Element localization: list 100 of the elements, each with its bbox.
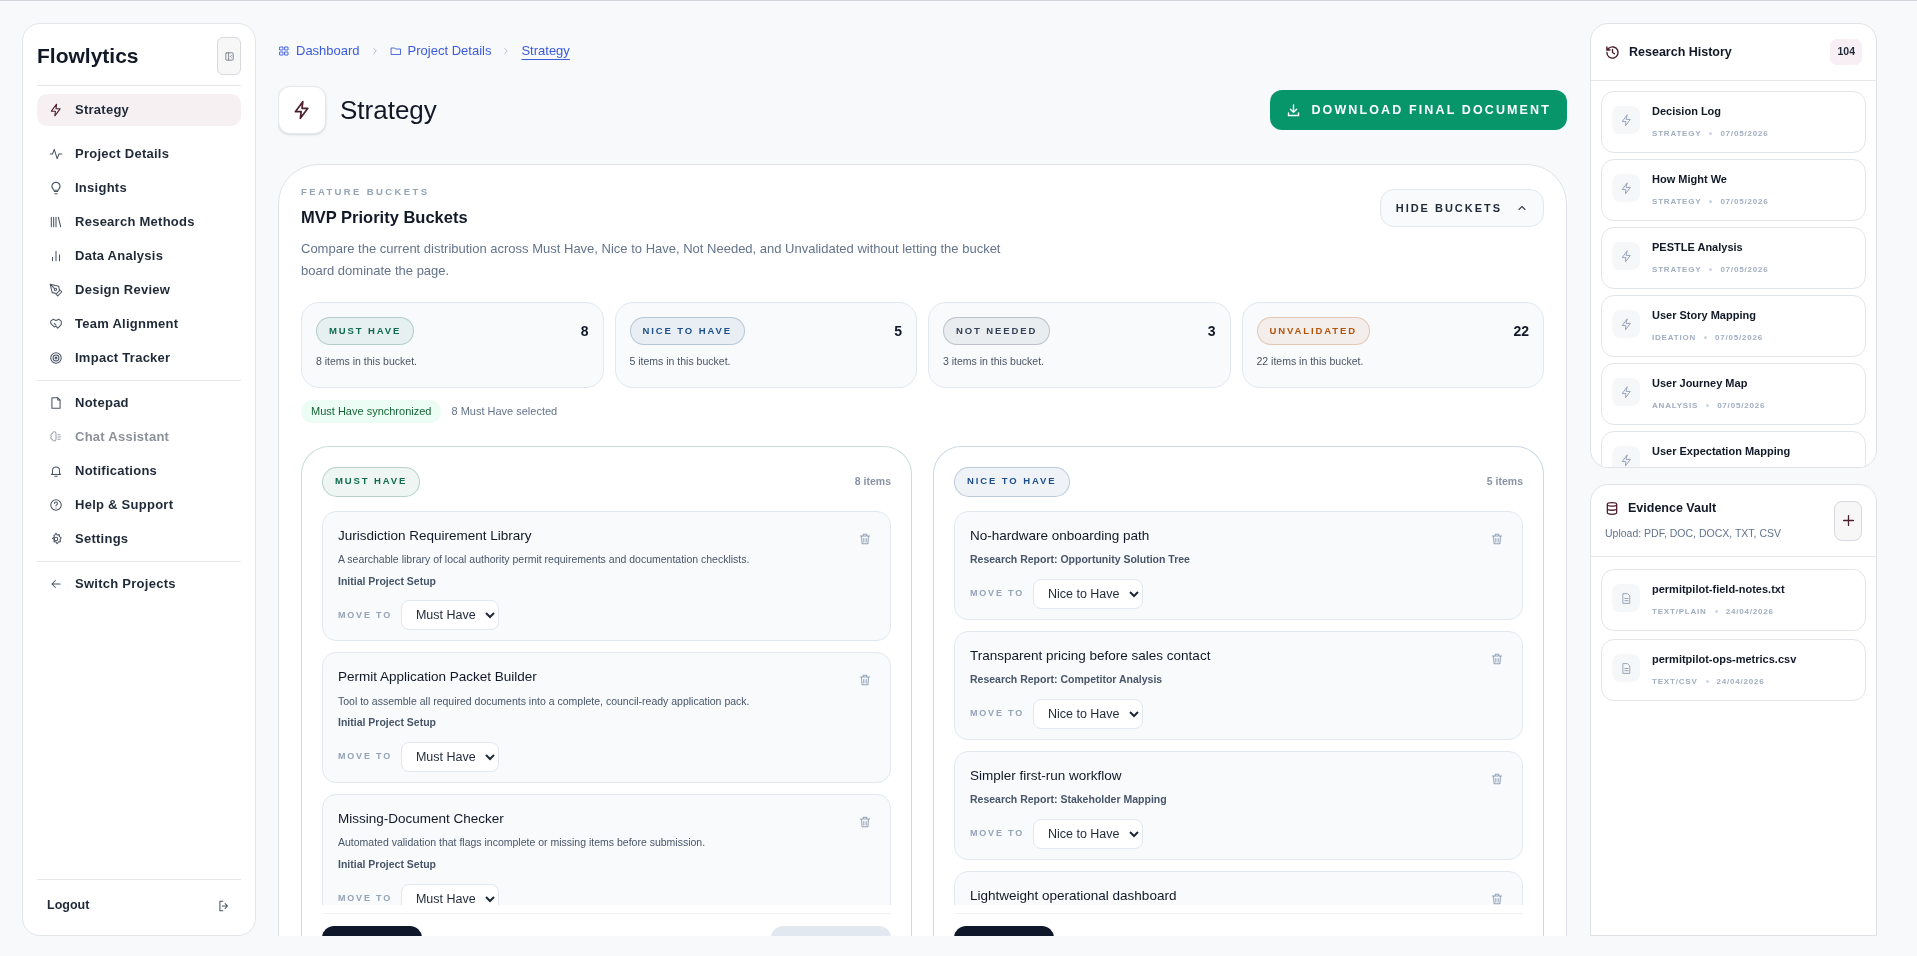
bucket-tag: MUST HAVE bbox=[322, 466, 421, 497]
lightning-icon bbox=[1619, 181, 1633, 195]
breadcrumb-link[interactable]: Project Details bbox=[389, 41, 492, 61]
sidebar-item[interactable]: Team Alignment bbox=[37, 310, 241, 338]
move-to-select[interactable]: Must Have bbox=[400, 600, 499, 631]
move-to-select[interactable]: Must Have bbox=[400, 883, 499, 905]
selection-count: 8 Must Have selected bbox=[451, 404, 558, 419]
history-item-title: How Might We bbox=[1652, 172, 1728, 187]
history-item[interactable]: User Journey Map ANALYSIS 07/05/2026 bbox=[1601, 363, 1866, 425]
feature-source: Initial Project Setup bbox=[338, 857, 438, 872]
note-icon bbox=[49, 396, 63, 410]
logout-link[interactable]: Logout bbox=[37, 879, 241, 931]
feature-title: Simpler first-run workflow bbox=[970, 766, 1123, 785]
file-item[interactable]: permitpilot-ops-metrics.csv TEXT/CSV 24/04/2026 bbox=[1601, 639, 1866, 701]
trash-icon bbox=[858, 531, 872, 546]
history-item-title: User Journey Map bbox=[1652, 376, 1749, 391]
sidebar-item[interactable]: Insights bbox=[37, 174, 241, 202]
feature-source: Research Report: Stakeholder Mapping bbox=[970, 791, 1168, 807]
move-to-label: MOVE TO bbox=[338, 750, 392, 764]
section-description: Compare the current distribution across Must Have, Nice to Have, Not Needed, and Unvalidated without letting the bucket board dominate the page. bbox=[301, 240, 1001, 280]
logout-icon bbox=[217, 898, 231, 913]
bucket-caption: 3 items in this bucket. bbox=[943, 354, 1045, 369]
delete-button[interactable] bbox=[858, 815, 872, 829]
breadcrumb-link[interactable]: Dashboard bbox=[278, 41, 360, 61]
bucket-caption: 22 items in this bucket. bbox=[1256, 354, 1365, 369]
item-category: STRATEGY bbox=[1652, 127, 1702, 140]
trash-icon bbox=[858, 673, 872, 688]
add-file-button[interactable] bbox=[1834, 500, 1862, 541]
bucket-count: 3 bbox=[1207, 321, 1216, 341]
lightning-icon bbox=[49, 103, 63, 117]
move-to-select[interactable]: Nice to Have bbox=[1032, 578, 1143, 609]
lightning-icon bbox=[1619, 317, 1633, 331]
lightning-icon bbox=[1619, 453, 1633, 467]
download-button[interactable]: DOWNLOAD FINAL DOCUMENT bbox=[1270, 90, 1567, 130]
delete-button[interactable] bbox=[858, 531, 872, 546]
lightning-icon bbox=[1619, 249, 1633, 263]
feature-description: Tool to assemble all required documents into a complete, council-ready application pack. bbox=[338, 693, 751, 709]
sidebar-item[interactable]: Data Analysis bbox=[37, 242, 241, 270]
move-to-label: MOVE TO bbox=[338, 892, 392, 905]
feature-source: Initial Project Setup bbox=[338, 715, 438, 731]
item-category: ANALYSIS bbox=[1652, 399, 1699, 412]
sidebar-item[interactable]: Settings bbox=[37, 525, 241, 553]
trash-icon bbox=[858, 815, 872, 829]
feature-title: Missing-Document Checker bbox=[338, 810, 505, 828]
sidebar-item[interactable]: Design Review bbox=[37, 276, 241, 304]
history-item[interactable]: User Story Mapping IDEATION 07/05/2026 bbox=[1601, 295, 1866, 357]
bar-chart-icon bbox=[49, 249, 63, 263]
move-to-label: MOVE TO bbox=[970, 826, 1024, 840]
sidebar-item[interactable]: Help & Support bbox=[37, 491, 241, 519]
plus-icon bbox=[1841, 514, 1855, 527]
file-item[interactable]: permitpilot-field-notes.txt TEXT/PLAIN 24/04/2026 bbox=[1601, 569, 1866, 631]
item-date: 07/05/2026 bbox=[1720, 127, 1769, 140]
trash-icon bbox=[1490, 891, 1504, 905]
lightning-icon bbox=[1619, 385, 1633, 399]
delete-button[interactable] bbox=[858, 673, 872, 688]
item-category: TEXT/CSV bbox=[1652, 675, 1698, 688]
item-date: 07/05/2026 bbox=[1720, 263, 1769, 276]
bucket-tag: NICE TO HAVE bbox=[629, 317, 745, 345]
delete-button[interactable] bbox=[1490, 531, 1504, 546]
bucket-count: 5 bbox=[894, 321, 902, 341]
bucket-tag: MUST HAVE bbox=[316, 317, 415, 345]
item-date: 07/05/2026 bbox=[1717, 399, 1766, 412]
feature-title: Lightweight operational dashboard bbox=[970, 886, 1178, 905]
sidebar-item[interactable]: Switch Projects bbox=[37, 570, 241, 598]
move-to-select[interactable]: Nice to Have bbox=[1032, 818, 1143, 849]
sidebar-item[interactable]: Notifications bbox=[37, 457, 241, 485]
sidebar-item[interactable]: Impact Tracker bbox=[37, 344, 241, 372]
bucket-caption: 5 items in this bucket. bbox=[629, 354, 732, 369]
history-item[interactable]: PESTLE Analysis STRATEGY 07/05/2026 bbox=[1601, 227, 1866, 289]
sidebar-item[interactable]: Research Methods bbox=[37, 208, 241, 236]
breadcrumb-link[interactable]: Strategy bbox=[521, 41, 570, 61]
move-to-select[interactable]: Nice to Have bbox=[1032, 698, 1143, 729]
collapse-sidebar-button[interactable] bbox=[217, 37, 241, 75]
item-category: STRATEGY bbox=[1652, 263, 1702, 276]
trash-icon bbox=[1490, 531, 1504, 546]
upload-formats-hint: Upload: PDF, DOC, DOCX, TXT, CSV bbox=[1605, 526, 1782, 541]
item-date: 24/04/2026 bbox=[1716, 675, 1765, 688]
history-item[interactable]: How Might We STRATEGY 07/05/2026 bbox=[1601, 159, 1866, 221]
page-title: Strategy bbox=[340, 93, 437, 127]
history-item[interactable]: Decision Log STRATEGY 07/05/2026 bbox=[1601, 91, 1866, 153]
feature-description: A searchable library of local authority permit requirements and documentation checklists. bbox=[338, 551, 751, 567]
history-item-title: User Expectation Mapping bbox=[1652, 444, 1791, 459]
sidebar-item[interactable]: Strategy bbox=[37, 94, 241, 126]
delete-button[interactable] bbox=[1490, 771, 1504, 786]
feature-source: Initial Project Setup bbox=[338, 573, 438, 589]
delete-button[interactable] bbox=[1490, 891, 1504, 905]
item-category: TEXT/PLAIN bbox=[1652, 605, 1707, 618]
history-item-title: Decision Log bbox=[1652, 104, 1723, 119]
pulse-icon bbox=[49, 147, 63, 161]
sidebar-item[interactable]: Notepad bbox=[37, 389, 241, 417]
sidebar-item[interactable]: Project Details bbox=[37, 140, 241, 168]
delete-button[interactable] bbox=[1490, 651, 1504, 666]
lightbulb-icon bbox=[49, 181, 63, 195]
move-to-select[interactable]: Must Have bbox=[400, 742, 499, 772]
hide-buckets-button[interactable]: HIDE BUCKETS bbox=[1379, 189, 1544, 227]
arrow-left-icon bbox=[49, 577, 63, 591]
move-to-label: MOVE TO bbox=[970, 586, 1024, 600]
trash-icon bbox=[1490, 771, 1504, 786]
item-date: 07/05/2026 bbox=[1720, 195, 1769, 208]
history-item[interactable]: User Expectation Mapping bbox=[1601, 431, 1866, 467]
